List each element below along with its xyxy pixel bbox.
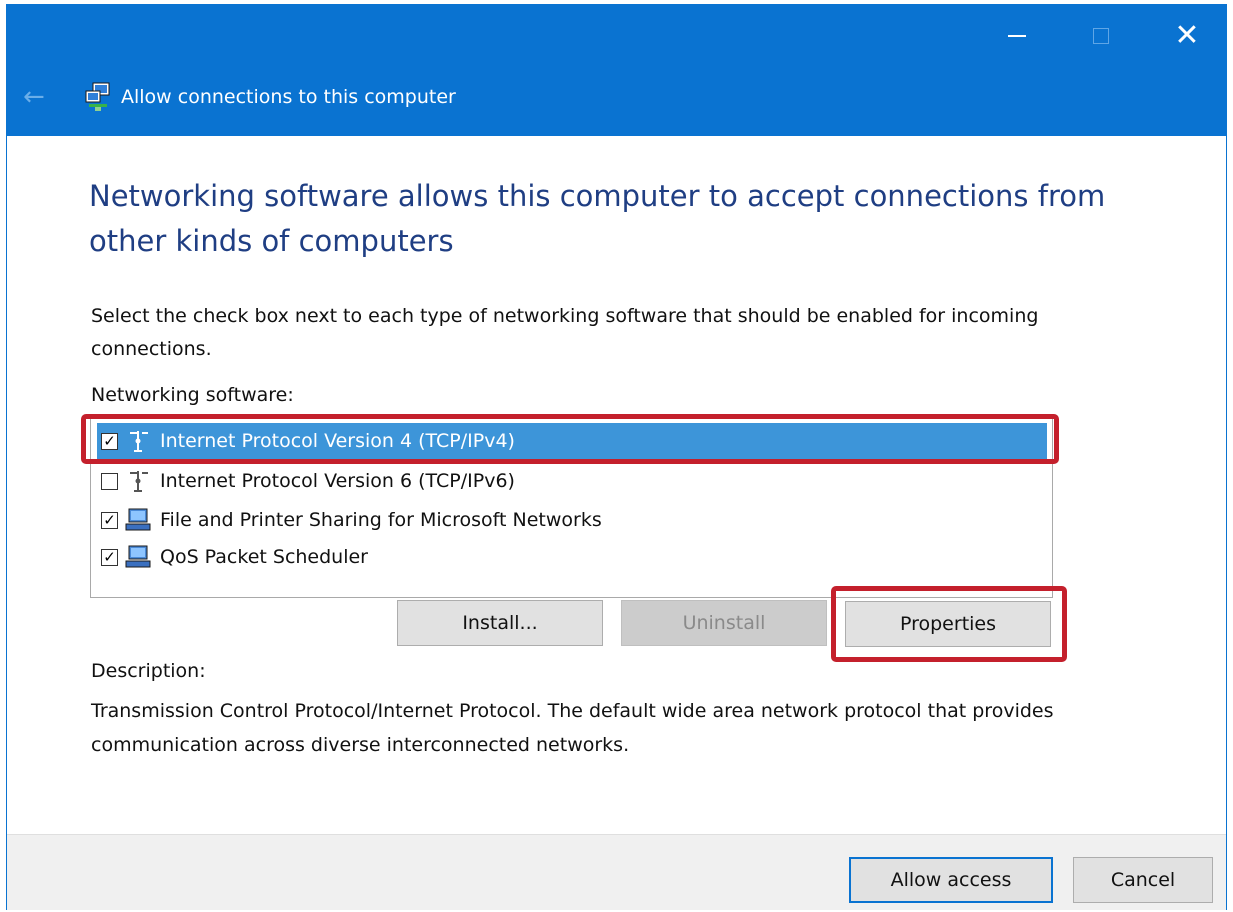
list-item-qos-scheduler[interactable]: ✓ QoS Packet Scheduler	[97, 539, 1047, 575]
list-item-label: Internet Protocol Version 4 (TCP/IPv4)	[160, 430, 515, 452]
close-icon: ✕	[1174, 18, 1200, 53]
list-item-file-printer-sharing[interactable]: ✓ File and Printer Sharing for Microsoft…	[97, 502, 1047, 538]
checkbox-ipv4[interactable]: ✓	[101, 432, 118, 450]
window-title: Allow connections to this computer	[121, 86, 456, 108]
back-arrow-icon[interactable]: ←	[23, 84, 53, 110]
uninstall-button[interactable]: Uninstall	[621, 600, 827, 646]
description-label: Description:	[91, 660, 206, 682]
description-text: Transmission Control Protocol/Internet P…	[91, 700, 1054, 756]
list-item-ipv4[interactable]: ✓ Internet Protocol Version 4 (TCP/IPv4)	[97, 423, 1047, 459]
install-button[interactable]: Install...	[397, 600, 603, 646]
instructions-text: Select the check box next to each type o…	[91, 305, 1039, 360]
dialog-footer: Allow access Cancel	[7, 834, 1226, 910]
list-item-label: Internet Protocol Version 6 (TCP/IPv6)	[160, 470, 515, 492]
list-item-label: QoS Packet Scheduler	[160, 546, 368, 568]
allow-access-button[interactable]: Allow access	[849, 857, 1053, 903]
maximize-button[interactable]	[1071, 14, 1131, 58]
networking-software-label: Networking software:	[91, 384, 294, 406]
page-heading: Networking software allows this computer…	[89, 179, 1106, 258]
checkbox-qos-scheduler[interactable]: ✓	[101, 548, 118, 566]
properties-button[interactable]: Properties	[845, 601, 1051, 647]
checkbox-file-printer-sharing[interactable]: ✓	[101, 511, 118, 529]
network-computer-icon	[125, 508, 151, 531]
dialog-window: ✕ ← Allow connections to this computer N…	[6, 4, 1227, 910]
network-protocol-icon	[130, 471, 148, 492]
network-protocol-icon	[130, 431, 148, 452]
cancel-button[interactable]: Cancel	[1073, 857, 1213, 903]
maximize-icon	[1093, 28, 1109, 44]
minimize-icon	[1008, 35, 1026, 37]
networking-software-list[interactable]: ✓ Internet Protocol Version 4 (TCP/IPv4)…	[90, 418, 1053, 598]
network-connections-icon	[85, 82, 110, 111]
list-item-ipv6[interactable]: Internet Protocol Version 6 (TCP/IPv6)	[97, 463, 1047, 499]
close-button[interactable]: ✕	[1157, 14, 1217, 58]
network-computer-icon	[125, 545, 151, 568]
title-bar: ✕ ← Allow connections to this computer	[7, 4, 1226, 136]
list-item-label: File and Printer Sharing for Microsoft N…	[160, 509, 602, 531]
checkbox-ipv6[interactable]	[101, 472, 118, 490]
minimize-button[interactable]	[987, 14, 1047, 58]
